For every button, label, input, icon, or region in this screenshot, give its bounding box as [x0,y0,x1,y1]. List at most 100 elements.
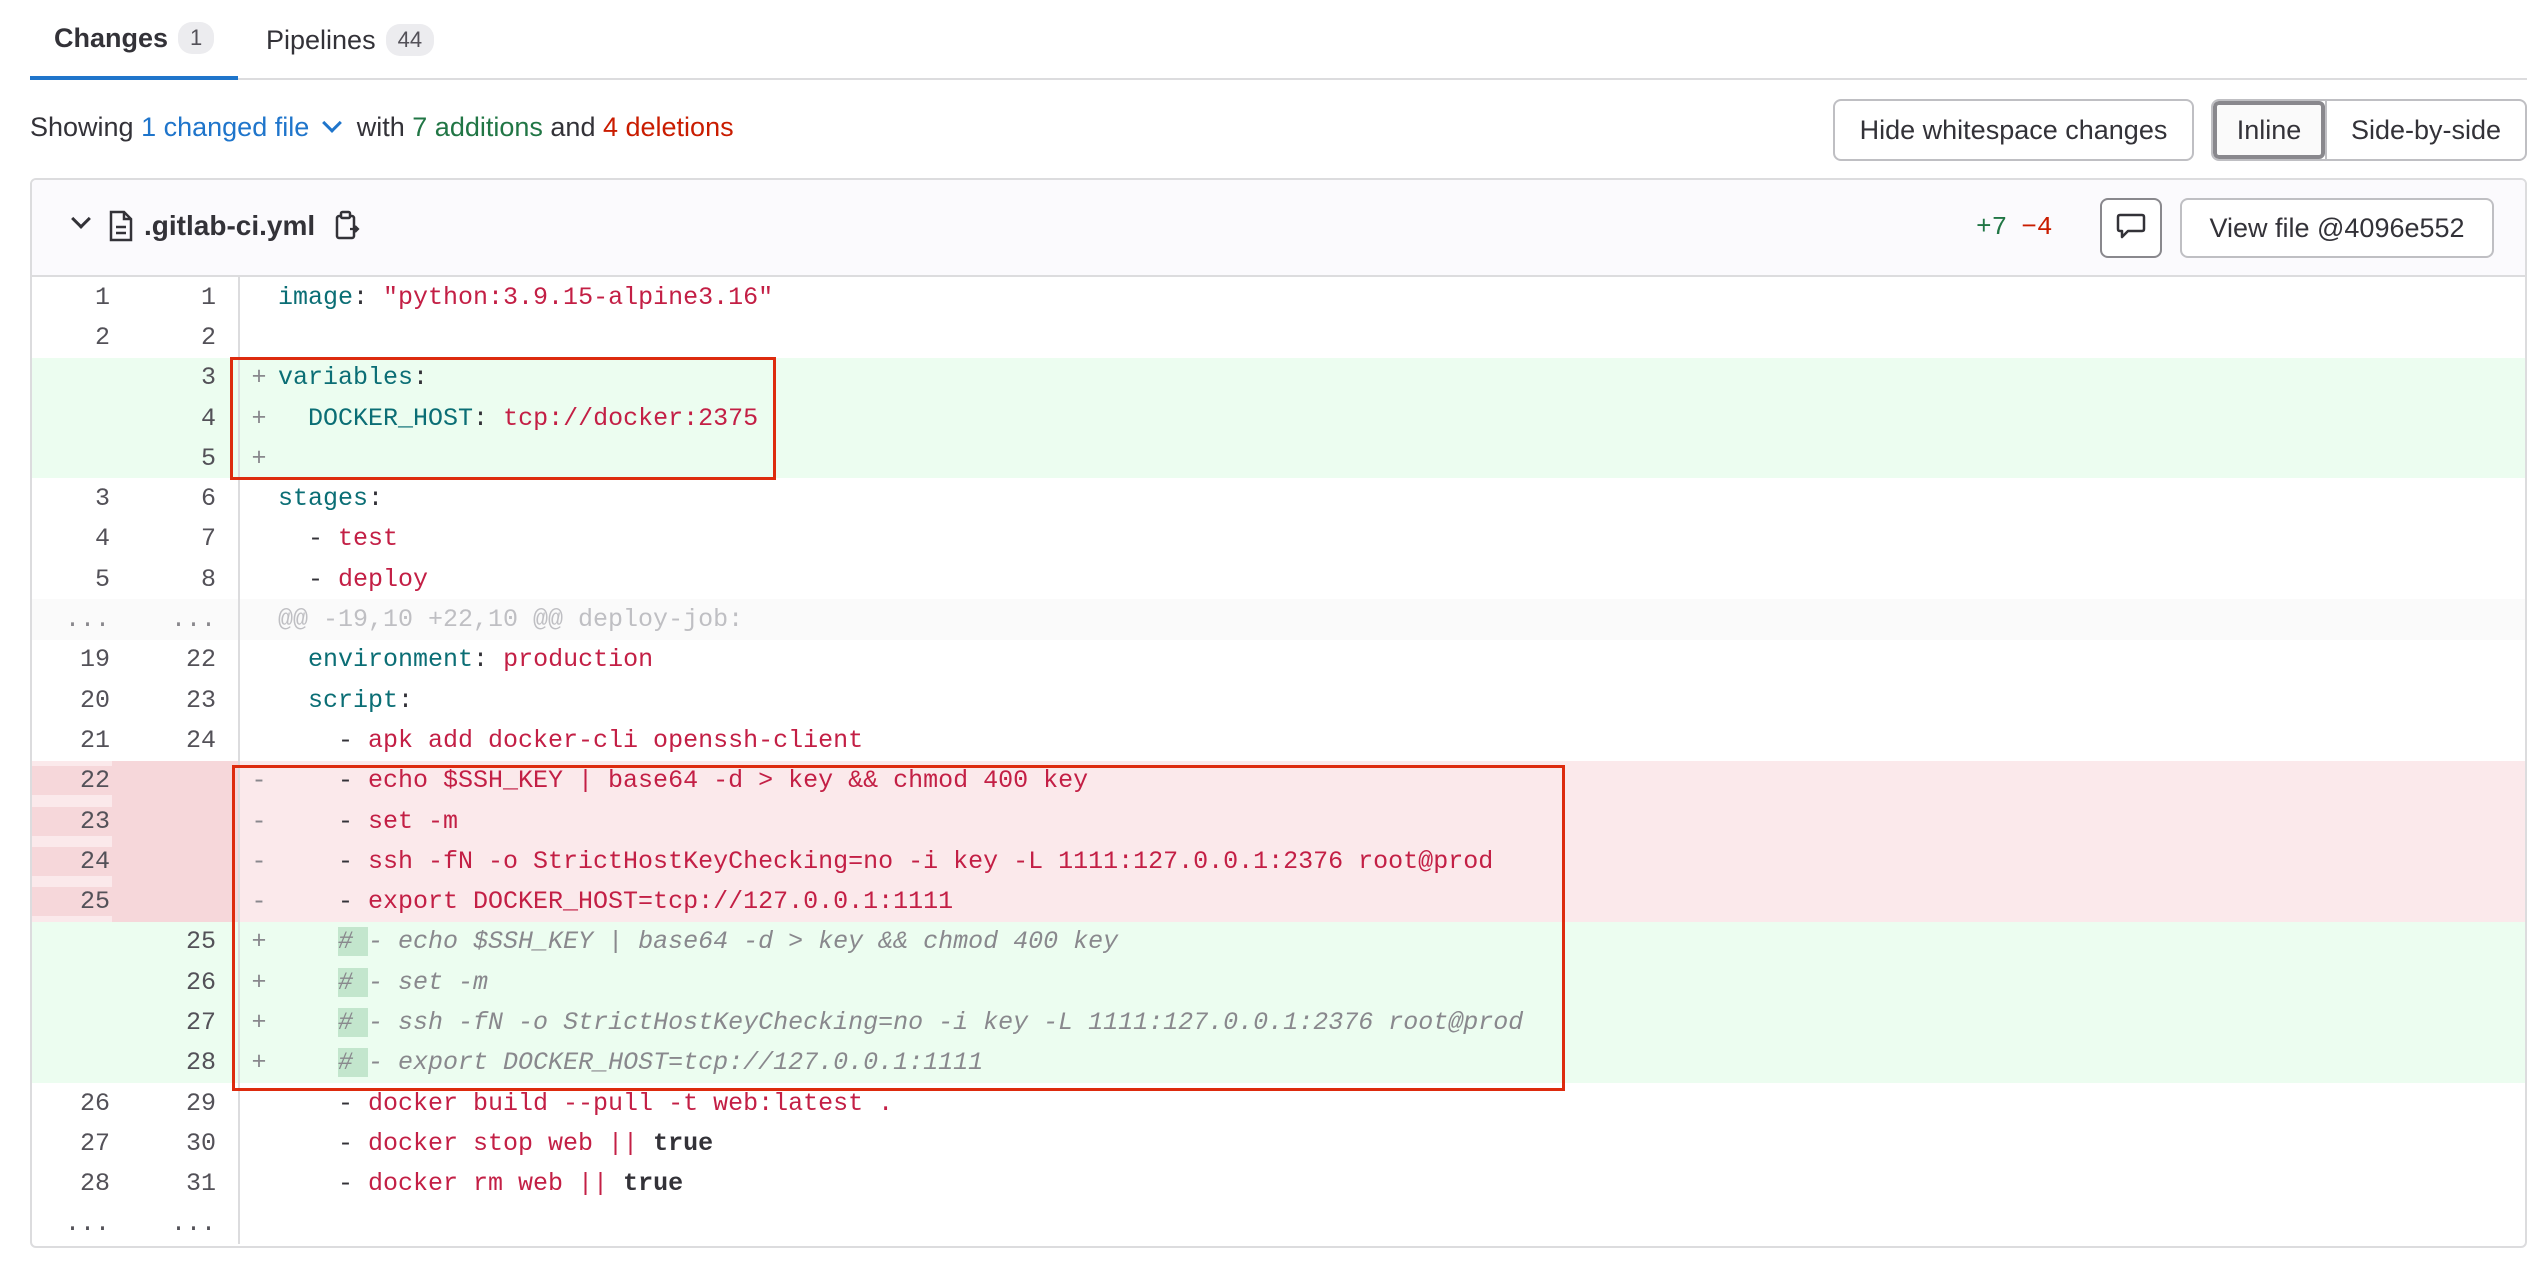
code-text: variables: [278,363,429,393]
inline-view-button[interactable]: Inline [2213,101,2325,159]
side-by-side-view-button[interactable]: Side-by-side [2325,101,2525,159]
diff-marker: - [251,846,267,876]
code-text: - apk add docker-cli openssh-client [278,725,864,755]
tab-changes-label: Changes [54,22,169,53]
code-text: - set -m [278,806,459,836]
diff-line: 27 30 - docker stop web || true [32,1123,2525,1164]
tab-bar: Changes 1 Pipelines 44 [30,0,2527,80]
tab-changes[interactable]: Changes 1 [30,0,239,80]
code-text: @@ -19,10 +22,10 @@ deploy-job: [278,605,744,635]
diff-marker: + [251,363,267,393]
deletions-count: 4 deletions [602,112,734,142]
new-line-number[interactable]: 28 [112,1042,240,1083]
old-line-number[interactable]: ... [32,1209,112,1238]
hide-whitespace-button[interactable]: Hide whitespace changes [1833,99,2194,161]
new-line-number[interactable]: 29 [112,1082,240,1124]
new-line-number[interactable] [112,841,240,882]
new-line-number[interactable]: 30 [112,1123,240,1164]
summary-and: and [550,112,596,142]
new-line-number[interactable]: 27 [112,1002,240,1043]
file-name: .gitlab-ci.yml [144,210,316,241]
tab-pipelines-count: 44 [385,24,435,56]
diff-line: 26 29 - docker build --pull -t web:latest… [32,1082,2525,1124]
new-line-number[interactable]: 24 [112,720,240,761]
old-line-number[interactable]: 3 [32,484,112,513]
new-line-number[interactable]: 2 [112,317,240,358]
file-stats: +7 −4 [1976,212,2052,242]
new-line-number[interactable]: 31 [112,1163,240,1204]
diff-marker: + [251,443,267,473]
old-line-number[interactable]: 4 [32,524,112,553]
new-line-number[interactable]: 3 [112,357,240,398]
chevron-down-icon [322,113,343,133]
old-line-number[interactable]: ... [32,605,112,634]
old-line-number[interactable]: 2 [32,323,112,352]
new-line-number[interactable]: 25 [112,921,240,963]
diff-marker: + [251,403,267,433]
new-line-number[interactable]: 4 [112,397,240,439]
diff-line: 58 - deploy [32,559,2525,600]
copy-path-icon[interactable] [334,210,360,247]
new-line-number[interactable]: 22 [112,639,240,680]
tab-pipelines-label: Pipelines [266,24,376,55]
old-line-number[interactable]: 25 [32,887,112,917]
diff-line: 26 + # - set -m [32,962,2525,1003]
code-text: - echo $SSH_KEY | base64 -d > key && chm… [278,766,1089,796]
new-line-number[interactable]: ... [112,599,240,640]
code-text: - test [278,524,399,554]
new-line-number[interactable] [112,760,240,801]
old-line-number[interactable]: 19 [32,645,112,674]
diff-line: 19 22 environment: production [32,639,2525,680]
new-line-number[interactable]: 8 [112,559,240,600]
diff-line: 3 6 stages: [32,478,2525,519]
new-line-number[interactable]: 5 [112,438,240,479]
diff-line: ...... @@ -19,10 +22,10 @@ deploy-job: [32,599,2525,640]
diff-marker: + [251,1048,267,1078]
changed-files-dropdown[interactable]: 1 changed file [141,112,349,142]
diff-marker: - [251,806,267,836]
code-text: environment: production [308,645,654,675]
diff-line: 25 + # - echo $SSH_KEY | base64 -d > key … [32,921,2525,963]
view-mode-toggle: Inline Side-by-side [2211,99,2527,161]
code-text: # - set -m [338,967,489,997]
code-text: - docker rm web || true [278,1169,684,1199]
new-line-number[interactable]: 23 [112,679,240,721]
diff-line: 28 31 - docker rm web || true [32,1163,2525,1204]
file-deletions: −4 [2021,212,2053,242]
new-line-number[interactable]: 26 [112,962,240,1003]
diff-line: 21 24 - apk add docker-cli openssh-client [32,720,2525,761]
diff-line: 4 + DOCKER_HOST: tcp://docker:2375 [32,397,2525,439]
diff-lines: 1 1 image: "python:3.9.15-alpine3.16" 2 2 3 + v… [32,277,2525,1245]
old-line-number[interactable]: 1 [32,283,112,312]
diff-line: 23 - - set -m [32,800,2525,842]
old-line-number[interactable]: 5 [32,565,112,594]
old-line-number[interactable]: 23 [32,806,112,836]
new-line-number[interactable] [112,800,240,842]
old-line-number[interactable]: 22 [32,766,112,796]
old-line-number[interactable]: 24 [32,846,112,876]
new-line-number[interactable]: 6 [112,478,240,519]
diff-line: 25 - - export DOCKER_HOST=tcp://127.0.0.1… [32,881,2525,922]
comment-button[interactable] [2100,198,2162,258]
diff-line: 28 + # - export DOCKER_HOST=tcp://127.0.0… [32,1042,2525,1083]
old-line-number[interactable]: 28 [32,1169,112,1198]
new-line-number[interactable]: 1 [112,277,240,318]
code-text: - export DOCKER_HOST=tcp://127.0.0.1:111… [278,887,954,917]
new-line-number[interactable] [112,881,240,922]
diff-line: 22 [32,317,2525,358]
old-line-number[interactable]: 21 [32,726,112,755]
chevron-down-icon[interactable] [71,209,91,229]
tab-changes-count: 1 [178,22,215,54]
new-line-number[interactable]: 7 [112,518,240,560]
old-line-number[interactable]: 26 [32,1089,112,1118]
new-line-number[interactable]: ... [112,1203,240,1245]
code-text: - ssh -fN -o StrictHostKeyChecking=no -i… [278,846,1494,876]
tab-pipelines[interactable]: Pipelines 44 [242,0,458,80]
old-line-number[interactable]: 27 [32,1129,112,1158]
view-file-button[interactable]: View file @4096e552 [2180,198,2494,258]
old-line-number[interactable]: 20 [32,686,112,715]
code-text: - deploy [278,564,429,594]
diff-marker: - [251,887,267,917]
file-header: .gitlab-ci.yml +7 −4 View file @4096e552 [32,180,2525,277]
code-text: - docker stop web || true [278,1128,714,1158]
